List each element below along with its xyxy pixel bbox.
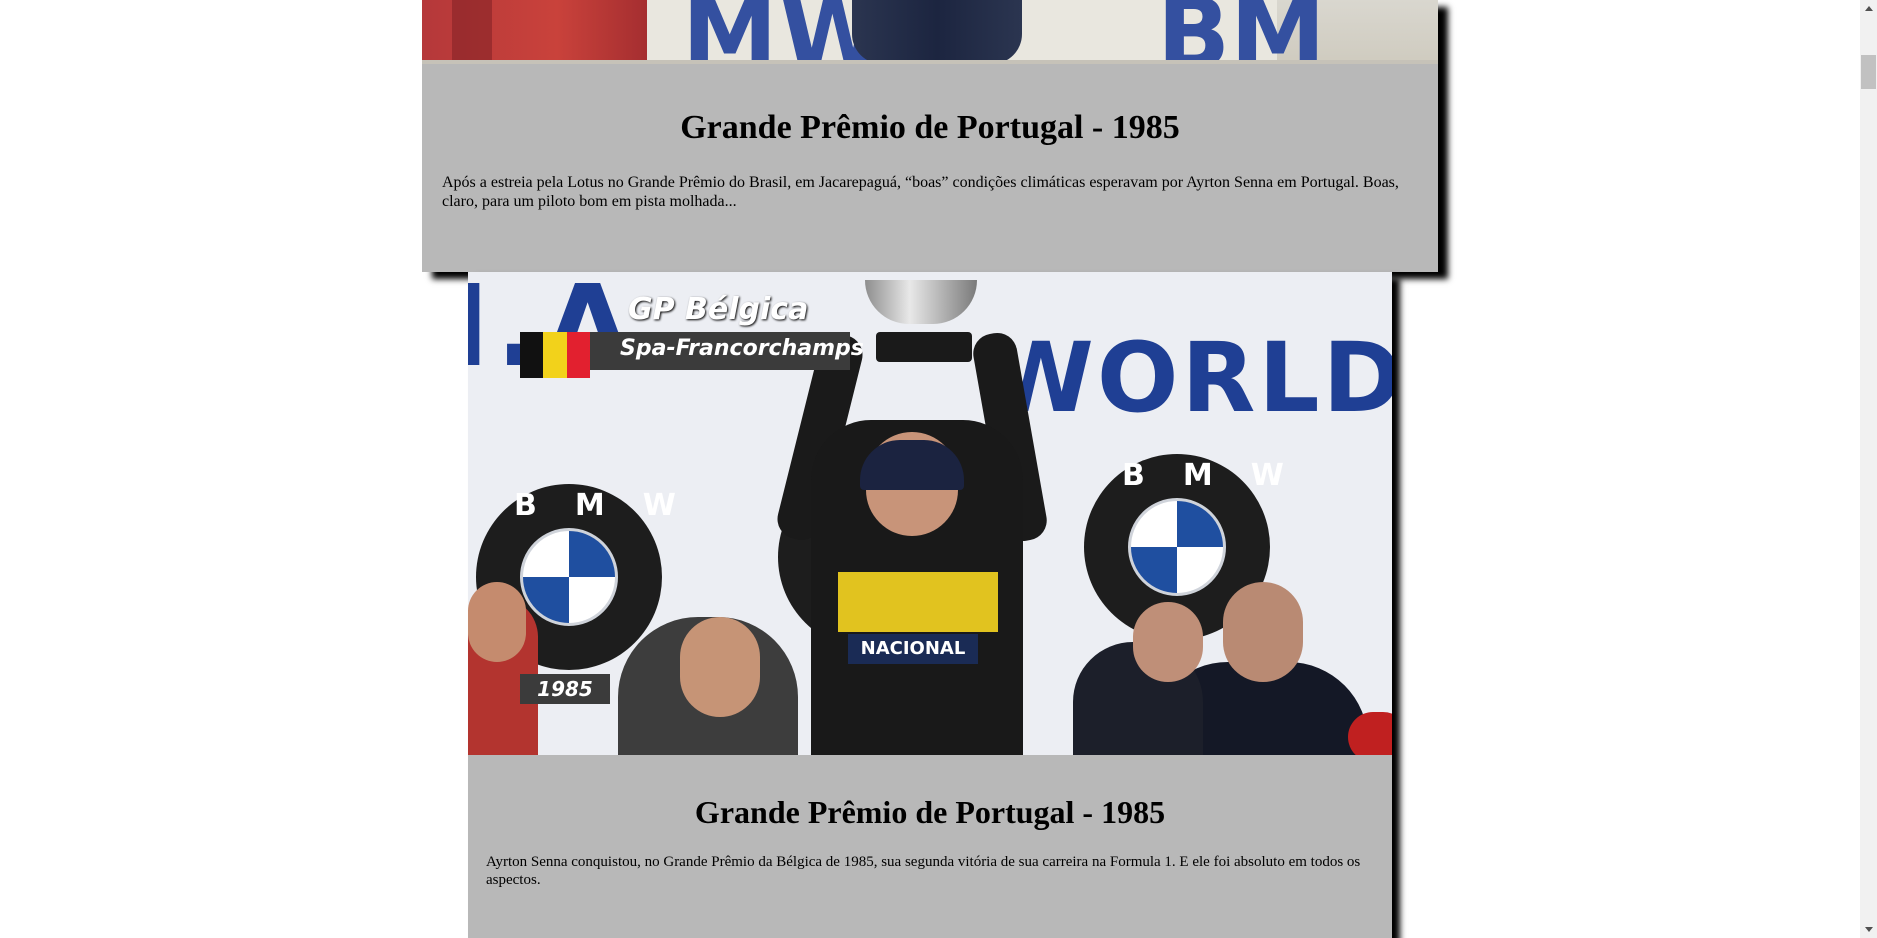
bmw-roundel xyxy=(520,528,618,626)
podium-photo-senna: I.A. WORLD C BMW BMW BMW NACIONAL xyxy=(468,272,1392,755)
article-card-belgica: I.A. WORLD C BMW BMW BMW NACIONAL xyxy=(468,272,1392,938)
driver-sponsor: NACIONAL xyxy=(848,634,978,664)
card-text: Após a estreia pela Lotus no Grande Prêm… xyxy=(442,173,1399,210)
gp-subtitle: Spa-Francorchamps xyxy=(620,336,864,361)
gp-title: GP Bélgica xyxy=(628,292,809,327)
arrow-down-icon xyxy=(1864,927,1873,932)
gp-overlay: GP Bélgica Spa-Francorchamps xyxy=(520,282,864,382)
scroll-thumb[interactable] xyxy=(1861,55,1876,89)
bmw-logo-label: BMW xyxy=(1122,458,1322,493)
bmw-roundel xyxy=(1128,498,1226,596)
year-badge: 1985 xyxy=(520,674,610,704)
arrow-up-icon xyxy=(1864,6,1873,11)
flag-stripe-red xyxy=(566,332,590,378)
card-text: Ayrton Senna conquistou, no Grande Prêmi… xyxy=(486,854,1361,889)
scroll-up-button[interactable] xyxy=(1860,0,1877,17)
card-title: Grande Prêmio de Portugal - 1985 xyxy=(694,794,1166,830)
person-left-head xyxy=(680,617,760,717)
bmw-logo-label: BMW xyxy=(514,488,714,523)
card-body: Grande Prêmio de Portugal - 1985 Após a … xyxy=(422,64,1438,272)
page-scrollbar[interactable] xyxy=(1860,0,1877,938)
person-far-left-head xyxy=(468,582,526,662)
trophy-base xyxy=(876,332,972,362)
article-card-portugal-top: MWI BM Grande Prêmio de Portugal - 1985 … xyxy=(422,0,1438,272)
flag-stripe-yellow xyxy=(543,332,567,378)
photo-banner-text-right: BM xyxy=(1157,0,1326,64)
photo-person-center xyxy=(852,0,1022,64)
scroll-down-button[interactable] xyxy=(1860,921,1877,938)
card-body: Grande Prêmio de Portugal - 1985 Ayrton … xyxy=(468,755,1392,938)
driver-cap xyxy=(860,440,964,490)
podium-photo: MWI BM xyxy=(422,0,1438,64)
belgium-flag-icon xyxy=(520,332,590,378)
driver-suit-yellow xyxy=(838,572,998,632)
photo-person-red xyxy=(422,0,647,64)
person-right-head xyxy=(1133,602,1203,682)
flowers xyxy=(1348,712,1392,755)
card-title: Grande Prêmio de Portugal - 1985 xyxy=(680,109,1180,146)
trophy-icon xyxy=(865,280,977,324)
person-right-back-head xyxy=(1223,582,1303,682)
flag-stripe-black xyxy=(520,332,544,378)
banner-text-world: WORLD C xyxy=(988,322,1392,434)
